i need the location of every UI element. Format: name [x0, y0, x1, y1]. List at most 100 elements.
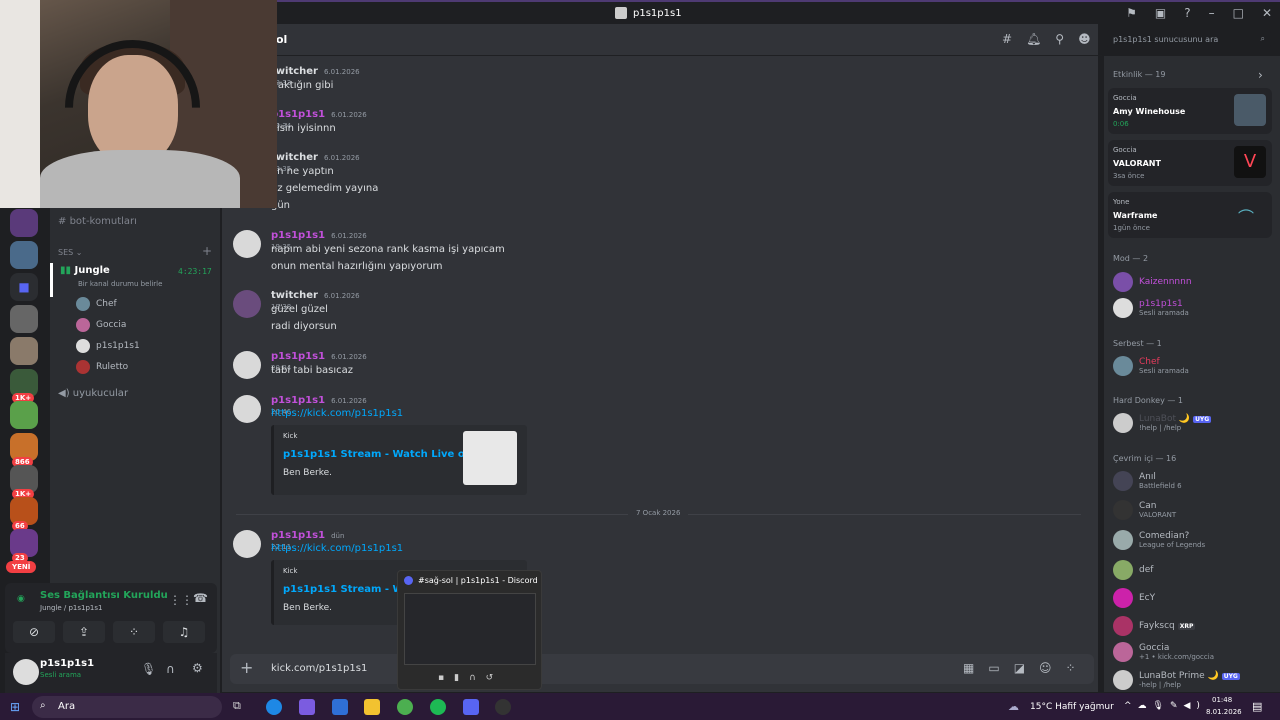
member-item[interactable]: LunaBot Prime 🌙 UYG -help | /help: [1113, 670, 1240, 690]
chevron-right-icon[interactable]: ›: [1258, 68, 1263, 82]
voice-actions: ⊘ ⇪ ⁘ ♫: [13, 621, 205, 643]
activity-card[interactable]: Goccia Amy Winehouse 0:06: [1108, 88, 1272, 134]
avatar: [76, 360, 90, 374]
member-item[interactable]: Kaizennnnn: [1113, 272, 1192, 292]
task-view-icon[interactable]: ⧉: [233, 699, 249, 715]
member-item[interactable]: Anıl Battlefield 6: [1113, 471, 1182, 491]
taskbar-search[interactable]: ⌕ Ara: [32, 696, 222, 718]
avatar[interactable]: [233, 230, 261, 258]
member-item[interactable]: EcY: [1113, 588, 1155, 608]
voice-channel-jungle[interactable]: ▮▮ Jungle: [60, 265, 110, 276]
monitor-icon[interactable]: ▣: [1155, 6, 1166, 20]
server-icon[interactable]: 66: [10, 497, 38, 531]
camera-icon[interactable]: ▪: [438, 673, 444, 683]
store-icon[interactable]: [332, 699, 348, 715]
disconnect-icon[interactable]: ☎: [193, 591, 208, 605]
preview-controls: ▪ ▮ ∩ ↺: [438, 673, 493, 683]
member-item[interactable]: LunaBot 🌙 UYG !help | /help: [1113, 413, 1212, 433]
noise-suppression-icon[interactable]: ⋮⋮: [169, 593, 193, 607]
member-item[interactable]: Goccia +1 • kick.com/goccia: [1113, 642, 1214, 662]
maximize-button[interactable]: □: [1233, 6, 1244, 20]
message-input[interactable]: + kick.com/p1s1p1s1 ▦ ▭ ◪ ☺ ⁘: [230, 654, 1094, 684]
speaker-icon: ◀): [58, 388, 73, 399]
taskbar-preview[interactable]: #sağ-sol | p1s1p1s1 - Discord ▪ ▮ ∩ ↺: [397, 570, 542, 690]
activities-icon[interactable]: ⁘: [113, 621, 155, 643]
edge-icon[interactable]: [266, 699, 282, 715]
close-button[interactable]: ✕: [1262, 6, 1272, 20]
server-icon[interactable]: [10, 241, 38, 269]
obs-icon[interactable]: [495, 699, 511, 715]
new-badge[interactable]: YENİ: [6, 561, 37, 573]
members-icon[interactable]: ☻: [1078, 32, 1091, 46]
notifications-icon[interactable]: ▤: [1252, 700, 1262, 713]
avatar[interactable]: [13, 659, 39, 685]
channel-status-prompt[interactable]: Bir kanal durumu belirle: [78, 280, 162, 288]
discord-icon[interactable]: [463, 699, 479, 715]
avatar[interactable]: [233, 290, 261, 318]
voice-user[interactable]: Chef: [76, 297, 117, 311]
search-input[interactable]: p1s1p1s1 sunucusunu ara ⌕: [1107, 30, 1271, 48]
copilot-icon[interactable]: [299, 699, 315, 715]
folder-icon[interactable]: [364, 699, 380, 715]
headphones-icon[interactable]: ∩: [469, 673, 476, 683]
folder-icon[interactable]: ■: [10, 273, 38, 301]
minimize-button[interactable]: –: [1209, 6, 1215, 20]
activity-card[interactable]: Yone Warframe 1gün önce ⌒: [1108, 192, 1272, 238]
windows-start-icon[interactable]: ⊞: [10, 700, 20, 714]
headphones-icon[interactable]: ∩: [166, 662, 175, 676]
member-list: Etkinlik — 19 › Goccia Amy Winehouse 0:0…: [1104, 56, 1280, 692]
server-icon[interactable]: 1K+: [10, 369, 38, 403]
gift-icon[interactable]: ▦: [963, 661, 974, 675]
voice-user[interactable]: p1s1p1s1: [76, 339, 140, 353]
message-link[interactable]: https://kick.com/p1s1p1s1: [271, 543, 403, 554]
help-icon[interactable]: ?: [1184, 6, 1190, 20]
server-icon[interactable]: [10, 305, 38, 333]
server-icon[interactable]: [10, 401, 38, 429]
disconnect-icon[interactable]: ↺: [486, 673, 494, 683]
member-item[interactable]: def: [1113, 560, 1153, 580]
server-icon[interactable]: [10, 337, 38, 365]
server-icon[interactable]: [10, 209, 38, 237]
voice-user[interactable]: Ruletto: [76, 360, 128, 374]
avatar[interactable]: [233, 351, 261, 379]
spotify-icon[interactable]: [430, 699, 446, 715]
server-icon[interactable]: 23: [10, 529, 38, 563]
header-icons: # 🔔︎ ⚲ ☻: [1002, 32, 1091, 46]
pin-icon[interactable]: ⚲: [1055, 32, 1064, 46]
system-tray-icons[interactable]: ^☁🎙︎✎◀): [1124, 701, 1206, 711]
gear-icon[interactable]: ⚙: [192, 661, 203, 675]
avatar[interactable]: [233, 530, 261, 558]
activity-card[interactable]: Goccia VALORANT 3sa önce V: [1108, 140, 1272, 186]
member-item[interactable]: p1s1p1s1 Sesli aramada: [1113, 298, 1189, 318]
voice-channel-uyukucular[interactable]: ◀) uyukucular: [58, 388, 128, 399]
inbox-icon[interactable]: ⚑: [1126, 6, 1137, 20]
microphone-icon[interactable]: ▮: [454, 673, 459, 683]
threads-icon[interactable]: #: [1002, 32, 1012, 46]
chrome-icon[interactable]: [397, 699, 413, 715]
server-icon[interactable]: 1K+: [10, 465, 38, 499]
avatar: [76, 339, 90, 353]
voice-user[interactable]: Goccia: [76, 318, 126, 332]
add-channel-icon[interactable]: +: [202, 244, 212, 258]
bell-icon[interactable]: 🔔︎: [1026, 32, 1041, 46]
server-icon[interactable]: 866: [10, 433, 38, 467]
voice-category[interactable]: SES ⌄: [58, 248, 82, 257]
gif-icon[interactable]: ▭: [988, 661, 999, 675]
add-attachment-icon[interactable]: +: [240, 658, 253, 677]
camera-off-icon[interactable]: ⊘: [13, 621, 55, 643]
member-item[interactable]: Chef Sesli aramada: [1113, 356, 1189, 376]
member-item[interactable]: Can VALORANT: [1113, 500, 1176, 520]
member-item[interactable]: Faykscq XRP: [1113, 616, 1196, 636]
message-link[interactable]: https://kick.com/p1s1p1s1: [271, 408, 403, 419]
microphone-icon[interactable]: 🎙︎: [141, 662, 156, 676]
sticker-icon[interactable]: ◪: [1014, 661, 1025, 675]
avatar[interactable]: [233, 395, 261, 423]
member-item[interactable]: Comedian? League of Legends: [1113, 530, 1205, 550]
emoji-icon[interactable]: ☺: [1039, 661, 1052, 675]
screen-share-icon[interactable]: ⇪: [63, 621, 105, 643]
apps-icon[interactable]: ⁘: [1066, 661, 1076, 675]
embed-thumbnail[interactable]: [463, 431, 517, 485]
soundboard-icon[interactable]: ♫: [163, 621, 205, 643]
text-channel[interactable]: # bot-komutları: [58, 216, 137, 227]
avatar: [1113, 413, 1133, 433]
